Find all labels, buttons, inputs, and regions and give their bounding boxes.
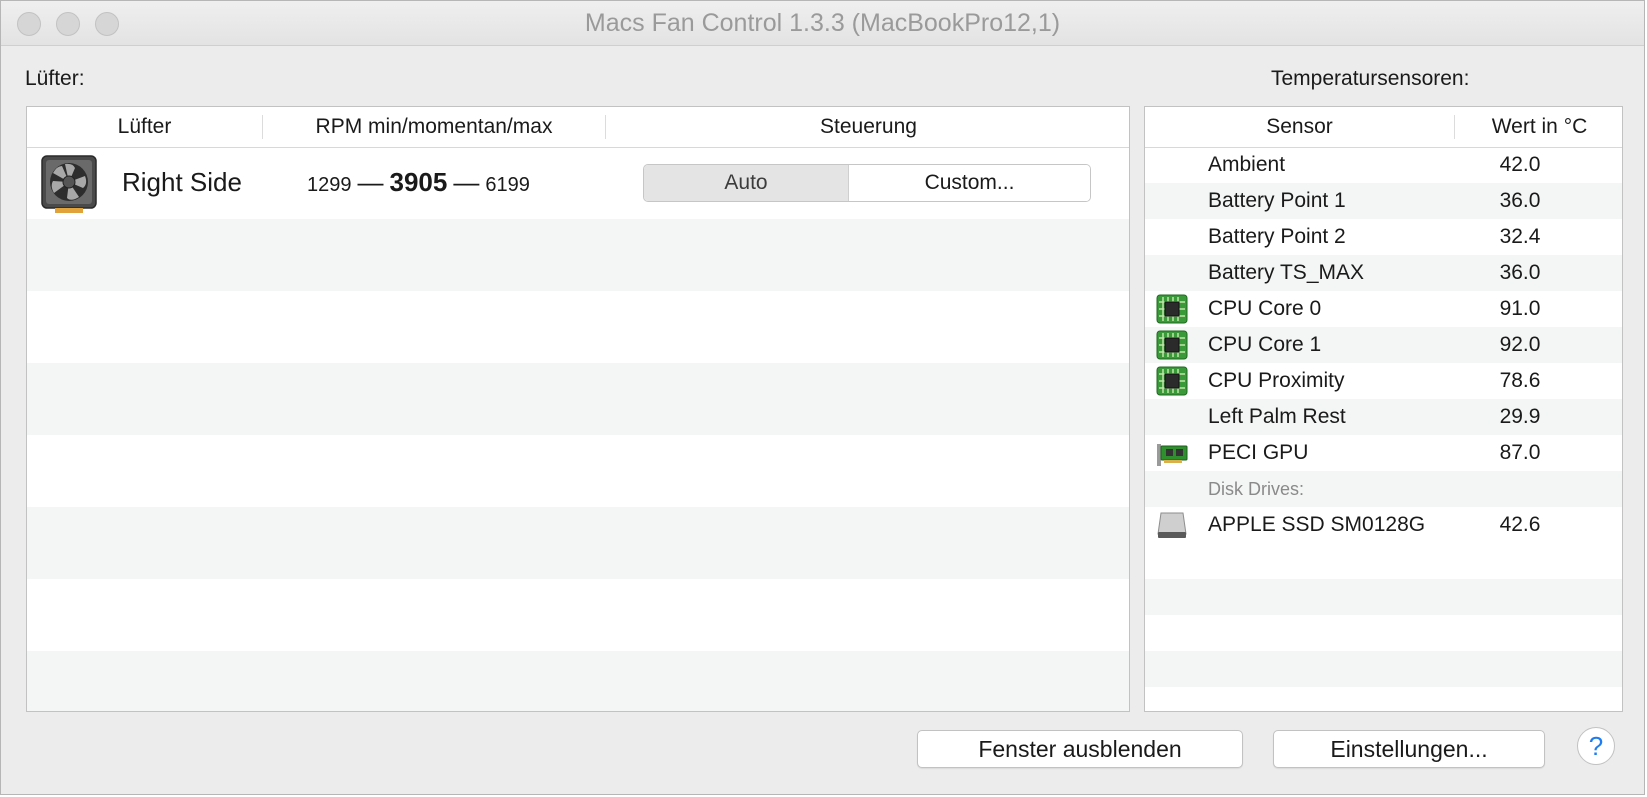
column-header-rpm[interactable]: RPM min/momentan/max [263,107,605,147]
sensor-name: Battery Point 1 [1208,189,1346,212]
sensor-name: Left Palm Rest [1208,405,1346,428]
column-header-control[interactable]: Steuerung [606,107,1129,147]
sensor-name: PECI GPU [1208,441,1309,464]
sensor-row[interactable]: Ambient 42.0 [1145,147,1622,183]
fan-table: Lüfter RPM min/momentan/max Steuerung Ri… [26,106,1130,712]
rpm-max: 6199 [485,174,530,196]
sensor-name: Ambient [1208,153,1286,176]
sensor-table: Sensor Wert in °C Ambient 42.0 Battery P… [1144,106,1623,712]
cpu-chip-icon [1156,294,1188,324]
hide-window-button[interactable]: Fenster ausblenden [917,730,1243,768]
rpm-current: 3905 [389,167,448,197]
fan-control-segmented: Auto Custom... [643,164,1091,202]
sensor-value: 87.0 [1499,441,1541,464]
hard-drive-icon [1157,512,1187,538]
sensor-name: CPU Core 1 [1208,333,1322,356]
sensor-name: CPU Core 0 [1208,297,1322,320]
sensor-value: 92.0 [1499,333,1541,356]
column-header-fan[interactable]: Lüfter [27,107,262,147]
sensor-row[interactable]: APPLE SSD SM0128G 42.6 [1145,507,1622,543]
app-window: Macs Fan Control 1.3.3 (MacBookPro12,1) … [0,0,1645,795]
sensor-value: 78.6 [1499,369,1541,392]
sensor-name: APPLE SSD SM0128G [1208,513,1426,536]
sensor-value: 42.0 [1499,153,1541,176]
fan-icon [41,155,97,213]
rpm-separator: — [357,167,384,197]
disk-drives-group-label: Disk Drives: [1208,479,1305,499]
gpu-card-icon [1157,444,1188,466]
cpu-chip-icon [1156,366,1188,396]
sensor-value: 91.0 [1499,297,1541,320]
sensor-value: 36.0 [1499,261,1541,284]
sensor-value: 36.0 [1499,189,1541,212]
sensor-row[interactable]: Battery Point 1 36.0 [1145,183,1622,219]
fans-section-label: Lüfter: [25,67,85,90]
sensor-value: 29.9 [1499,405,1541,428]
sensors-section-label: Temperatursensoren: [1271,67,1470,90]
custom-control-button[interactable]: Custom... [849,165,1090,201]
sensor-row[interactable]: CPU Core 1 92.0 [1145,327,1622,363]
sensor-row[interactable]: CPU Core 0 91.0 [1145,291,1622,327]
group-header-row: Disk Drives: [1145,471,1622,507]
rpm-min: 1299 [307,174,352,196]
fan-table-header: Lüfter RPM min/momentan/max Steuerung [27,107,1129,148]
sensor-name: CPU Proximity [1208,369,1345,392]
table-row[interactable]: Right Side 1299—3905—6199 Auto Custom... [27,147,1129,219]
window-title: Macs Fan Control 1.3.3 (MacBookPro12,1) [584,9,1061,37]
rpm-separator: — [453,167,480,197]
rpm-readout: 1299—3905—6199 [307,167,530,198]
sensor-row[interactable]: Battery TS_MAX 36.0 [1145,255,1622,291]
help-button[interactable]: ? [1577,727,1615,765]
auto-control-button[interactable]: Auto [644,165,849,201]
cpu-chip-icon [1156,330,1188,360]
sensor-name: Battery Point 2 [1208,225,1346,248]
settings-button[interactable]: Einstellungen... [1273,730,1545,768]
fan-name: Right Side [122,167,242,197]
column-header-sensor[interactable]: Sensor [1145,107,1454,147]
sensor-value: 32.4 [1499,225,1541,248]
sensor-table-header: Sensor Wert in °C [1145,107,1622,148]
title-bar: Macs Fan Control 1.3.3 (MacBookPro12,1) [1,1,1644,46]
sensor-value: 42.6 [1499,513,1541,536]
column-header-value[interactable]: Wert in °C [1455,107,1622,147]
sensor-row[interactable]: PECI GPU 87.0 [1145,435,1622,471]
sensor-name: Battery TS_MAX [1208,261,1365,284]
sensor-row[interactable]: CPU Proximity 78.6 [1145,363,1622,399]
sensor-row[interactable]: Left Palm Rest 29.9 [1145,399,1622,435]
sensor-row[interactable]: Battery Point 2 32.4 [1145,219,1622,255]
